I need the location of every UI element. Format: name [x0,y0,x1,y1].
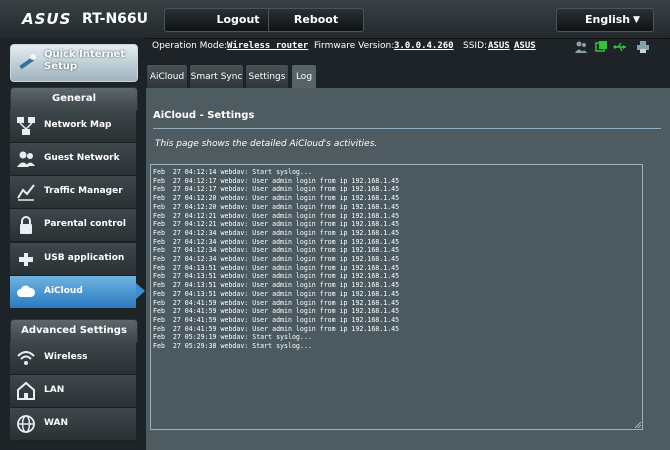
sidebar-item-label: Wireless [44,352,88,362]
title-divider [153,128,661,129]
log-line: Feb 27 04:12:20 webdav: User admin login… [153,202,400,211]
operation-mode-label: Operation Mode: [152,41,228,51]
asus-logo: ASUS [22,10,72,28]
quick-internet-setup-label: Quick Internet Setup [44,49,126,72]
log-line: Feb 27 04:13:51 webdav: User admin login… [153,263,400,272]
cloud-icon [17,285,36,297]
router-model: RT-N66U [82,11,149,27]
chevron-down-icon: ▼ [633,15,640,25]
log-line: Feb 27 04:13:51 webdav: User admin login… [153,281,400,290]
usb-status-icon[interactable] [613,40,627,54]
sidebar-item-label: USB application [44,253,125,263]
quick-internet-setup-button[interactable]: Quick Internet Setup [10,44,138,82]
log-textarea[interactable]: Feb 27 04:12:14 webdav: Start syslog... … [150,164,643,430]
ssid-label: SSID: [463,41,488,51]
log-line: Feb 27 04:12:21 webdav: User admin login… [153,211,400,220]
log-line: Feb 27 05:29:19 webdav: Start syslog... [153,333,312,342]
ssid-link-1[interactable]: ASUS [488,41,510,51]
log-line: Feb 27 04:12:17 webdav: User admin login… [153,176,400,185]
tab-settings[interactable]: Settings [245,64,289,89]
log-line: Feb 27 04:41:59 webdav: User admin login… [153,324,400,333]
firmware-link[interactable]: 3.0.0.4.260 [394,41,454,51]
lan-icon [17,381,35,400]
language-select[interactable]: English ▼ [556,8,654,32]
sidebar-item-network-map[interactable]: Network Map [10,110,136,143]
log-line: Feb 27 04:12:34 webdav: User admin login… [153,246,400,255]
parental-control-icon [20,216,32,234]
firmware-label: Firmware Version: [314,41,395,51]
sidebar-item-usb-application[interactable]: USB application [10,243,136,276]
sidebar-item-label: Guest Network [44,153,120,163]
sidebar-item-wireless[interactable]: Wireless [10,342,136,375]
sidebar-item-guest-network[interactable]: Guest Network [10,143,136,176]
tab-log[interactable]: Log [291,64,317,89]
sidebar-item-label: WAN [44,418,69,428]
active-item-pointer [136,283,145,299]
network-map-icon [17,117,35,135]
internet-status-icon[interactable] [594,40,608,54]
log-line: Feb 27 04:13:51 webdav: User admin login… [153,272,400,281]
log-line: Feb 27 04:41:59 webdav: User admin login… [153,307,400,316]
log-line: Feb 27 04:12:20 webdav: User admin login… [153,194,400,203]
guest-network-icon [17,151,35,167]
sidebar-item-parental-control[interactable]: Parental control [10,209,136,242]
sidebar-item-label: Traffic Manager [44,186,123,196]
log-line: Feb 27 04:41:59 webdav: User admin login… [153,315,400,324]
sidebar-item-label: AiCloud [44,286,83,296]
usb-icon [19,253,33,266]
clients-icon[interactable] [574,40,588,54]
tab-smart-sync[interactable]: Smart Sync [189,64,244,89]
page-description: This page shows the detailed AiCloud's a… [155,139,378,149]
ssid-link-2[interactable]: ASUS [514,41,536,51]
sidebar-item-traffic-manager[interactable]: Traffic Manager [10,176,136,209]
sidebar-item-wan[interactable]: WAN [10,408,136,441]
language-value: English [585,13,631,26]
log-line: Feb 27 04:13:51 webdav: User admin login… [153,289,400,298]
sidebar-item-aicloud[interactable]: AiCloud [10,276,136,309]
sidebar-item-label: Network Map [44,120,112,130]
sidebar-item-lan[interactable]: LAN [10,375,136,408]
log-line: Feb 27 04:12:34 webdav: User admin login… [153,228,400,237]
wand-icon [19,54,36,69]
log-line: Feb 27 05:29:38 webdav: Start syslog... [153,342,312,351]
log-line: Feb 27 04:12:17 webdav: User admin login… [153,185,400,194]
wireless-icon [17,351,35,365]
log-line: Feb 27 04:12:14 webdav: Start syslog... [153,168,312,176]
printer-status-icon[interactable] [636,40,650,54]
reboot-button[interactable]: Reboot [268,8,364,32]
wan-icon [17,415,35,433]
log-line: Feb 27 04:12:21 webdav: User admin login… [153,220,400,229]
log-line: Feb 27 04:12:34 webdav: User admin login… [153,255,400,264]
sidebar-item-label: LAN [44,385,65,395]
log-line: Feb 27 04:41:59 webdav: User admin login… [153,298,400,307]
operation-mode-link[interactable]: Wireless router [227,41,308,51]
log-line: Feb 27 04:12:34 webdav: User admin login… [153,237,400,246]
advanced-section-title: Advanced Settings [10,319,138,343]
resize-grip-icon[interactable] [634,421,642,429]
sidebar-item-label: Parental control [44,219,126,229]
general-section-title: General [10,87,138,111]
page-title: AiCloud - Settings [153,110,255,121]
tab-aicloud[interactable]: AiCloud [146,64,188,89]
traffic-manager-icon [17,184,35,201]
